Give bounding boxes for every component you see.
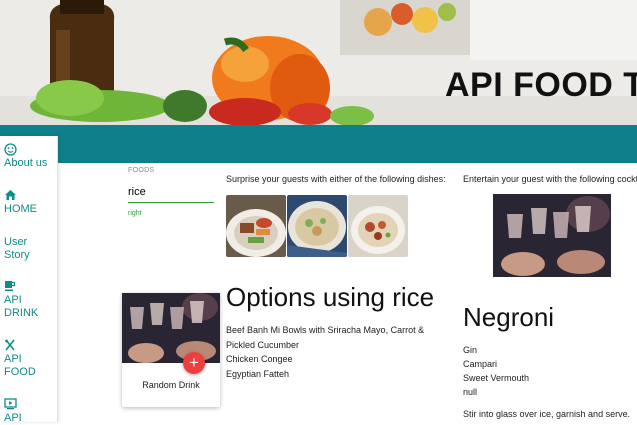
sidebar-item-label: About us: [4, 157, 48, 169]
dish-image[interactable]: [348, 195, 408, 257]
dish-list: Beef Banh Mi Bowls with Sriracha Mayo, C…: [226, 323, 436, 381]
sidebar-item-label: API DRINK: [4, 294, 39, 319]
list-item: Gin: [463, 345, 478, 355]
list-item: Sweet Vermouth: [463, 373, 530, 383]
utensils-icon: [4, 339, 44, 353]
sidebar-item-about-us[interactable]: About us: [4, 143, 47, 170]
dish-image[interactable]: [287, 195, 347, 257]
hero-banner: API FOOD T: [0, 0, 637, 125]
hero-food-illustration: [0, 0, 637, 125]
sidebar-item-api[interactable]: API: [4, 398, 22, 425]
sidebar-item-label: API: [4, 412, 22, 424]
app-bar: [0, 125, 637, 163]
sidebar-item-label: HOME: [4, 203, 37, 215]
sidebar-item-home[interactable]: HOME: [4, 189, 37, 216]
home-icon: [4, 189, 37, 203]
food-options-heading: Options using rice: [226, 282, 435, 312]
random-drink-image: [122, 293, 220, 363]
food-intro-text: Surprise your guests with either of the …: [226, 174, 446, 184]
dish-image[interactable]: [226, 195, 286, 257]
sidebar: About us HOME User Story API DRINK API F…: [0, 136, 58, 425]
foods-helper-text: right: [128, 210, 142, 217]
drink-intro-text: Entertain your guest with the following …: [463, 174, 637, 184]
list-item: Campari: [463, 359, 498, 369]
list-item: Chicken Congee: [226, 354, 293, 364]
random-drink-card[interactable]: Random Drink: [122, 293, 220, 407]
sidebar-item-user-story[interactable]: User Story: [4, 236, 44, 262]
cocktail-instructions: Stir into glass over ice, garnish and se…: [463, 409, 631, 419]
foods-input[interactable]: [128, 181, 214, 203]
sidebar-item-label: API FOOD: [4, 353, 36, 378]
list-item: Egyptian Fatteh: [226, 368, 290, 379]
random-drink-label: Random Drink: [142, 380, 200, 390]
add-random-drink-button[interactable]: +: [183, 352, 205, 374]
list-item: Beef Banh Mi Bowls with Sriracha Mayo, C…: [226, 325, 425, 350]
sidebar-item-label: User Story: [4, 236, 30, 261]
cocktail-image: [493, 194, 611, 277]
cocktail-name: Negroni: [463, 302, 555, 332]
sidebar-item-api-food[interactable]: API FOOD: [4, 339, 44, 379]
tv-play-icon: [4, 398, 22, 412]
foods-field-label: FOODS: [128, 167, 155, 174]
smile-icon: [4, 143, 47, 157]
list-item: null: [463, 387, 478, 397]
ingredient-list: Gin Campari Sweet Vermouth null: [463, 343, 529, 399]
sidebar-item-api-drink[interactable]: API DRINK: [4, 280, 44, 320]
page-title: API FOOD T: [445, 66, 637, 104]
coffee-cup-icon: [4, 280, 44, 294]
